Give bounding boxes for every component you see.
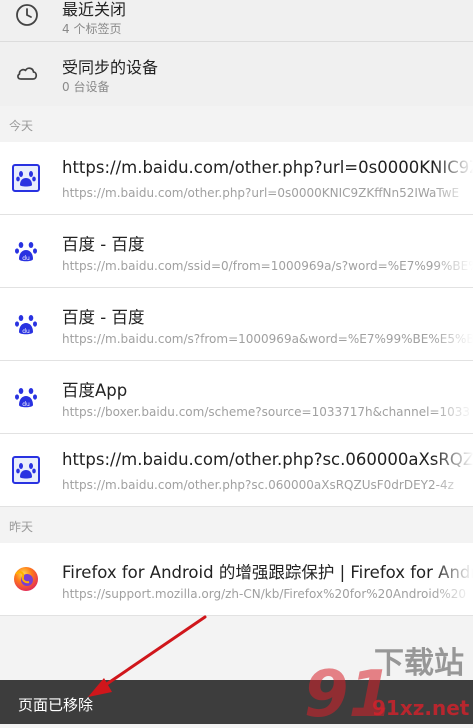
item-url: https://support.mozilla.org/zh-CN/kb/Fir… (62, 587, 466, 601)
list-item[interactable]: https://m.baidu.com/other.php?url=0s0000… (0, 142, 473, 215)
item-title: https://m.baidu.com/other.php?sc.060000a… (62, 450, 473, 469)
list-item[interactable]: du 百度 - 百度 https://m.baidu.com/ssid=0/fr… (0, 215, 473, 288)
cloud-icon (17, 67, 38, 80)
item-url: https://m.baidu.com/other.php?url=0s0000… (62, 186, 460, 200)
list-item[interactable]: du 百度App https://boxer.baidu.com/scheme?… (0, 361, 473, 434)
synced-devices-row[interactable]: 受同步的设备 0 台设备 (0, 48, 473, 100)
item-title: 百度 - 百度 (62, 235, 145, 254)
synced-devices-title: 受同步的设备 (62, 58, 159, 77)
firefox-icon (14, 567, 38, 591)
clock-icon (16, 4, 38, 26)
item-url: https://m.baidu.com/ssid=0/from=1000969a… (62, 259, 473, 273)
baidu-square-icon (12, 164, 40, 192)
synced-devices-count: 0 台设备 (62, 80, 110, 94)
list-item[interactable]: https://m.baidu.com/other.php?sc.060000a… (0, 434, 473, 507)
divider (0, 41, 473, 42)
svg-text:du: du (22, 328, 30, 335)
watermark-brand: 下载站 (374, 646, 464, 681)
recently-closed-title: 最近关闭 (62, 0, 127, 19)
top-section: 最近关闭 4 个标签页 受同步的设备 0 台设备 (0, 0, 473, 106)
today-label: 今天 (9, 119, 34, 133)
item-title: Firefox for Android 的增强跟踪保护 | Firefox fo… (62, 563, 473, 582)
yesterday-list: Firefox for Android 的增强跟踪保护 | Firefox fo… (0, 543, 473, 616)
list-item[interactable]: du 百度 - 百度 https://m.baidu.com/s?from=10… (0, 288, 473, 361)
svg-text:du: du (22, 255, 30, 262)
yesterday-label: 昨天 (9, 520, 34, 534)
yesterday-header: 昨天 (0, 507, 473, 543)
baidu-paw-icon: du (15, 315, 37, 335)
item-title: 百度App (62, 381, 128, 400)
item-url: https://m.baidu.com/s?from=1000969a&word… (62, 332, 473, 346)
recently-closed-count: 4 个标签页 (62, 22, 122, 36)
item-title: 百度 - 百度 (62, 308, 145, 327)
baidu-paw-icon: du (15, 242, 37, 262)
baidu-square-icon (12, 456, 40, 484)
svg-text:du: du (22, 401, 30, 408)
recently-closed-row[interactable]: 最近关闭 4 个标签页 (0, 0, 473, 42)
item-url: https://m.baidu.com/other.php?sc.060000a… (62, 478, 454, 492)
item-title: https://m.baidu.com/other.php?url=0s0000… (62, 158, 473, 177)
today-list: https://m.baidu.com/other.php?url=0s0000… (0, 142, 473, 507)
snackbar: 页面已移除 (0, 680, 473, 724)
snackbar-text: 页面已移除 (18, 696, 94, 714)
today-header: 今天 (0, 106, 473, 142)
list-item[interactable]: Firefox for Android 的增强跟踪保护 | Firefox fo… (0, 543, 473, 616)
baidu-paw-icon: du (15, 388, 37, 408)
item-url: https://boxer.baidu.com/scheme?source=10… (62, 405, 471, 419)
